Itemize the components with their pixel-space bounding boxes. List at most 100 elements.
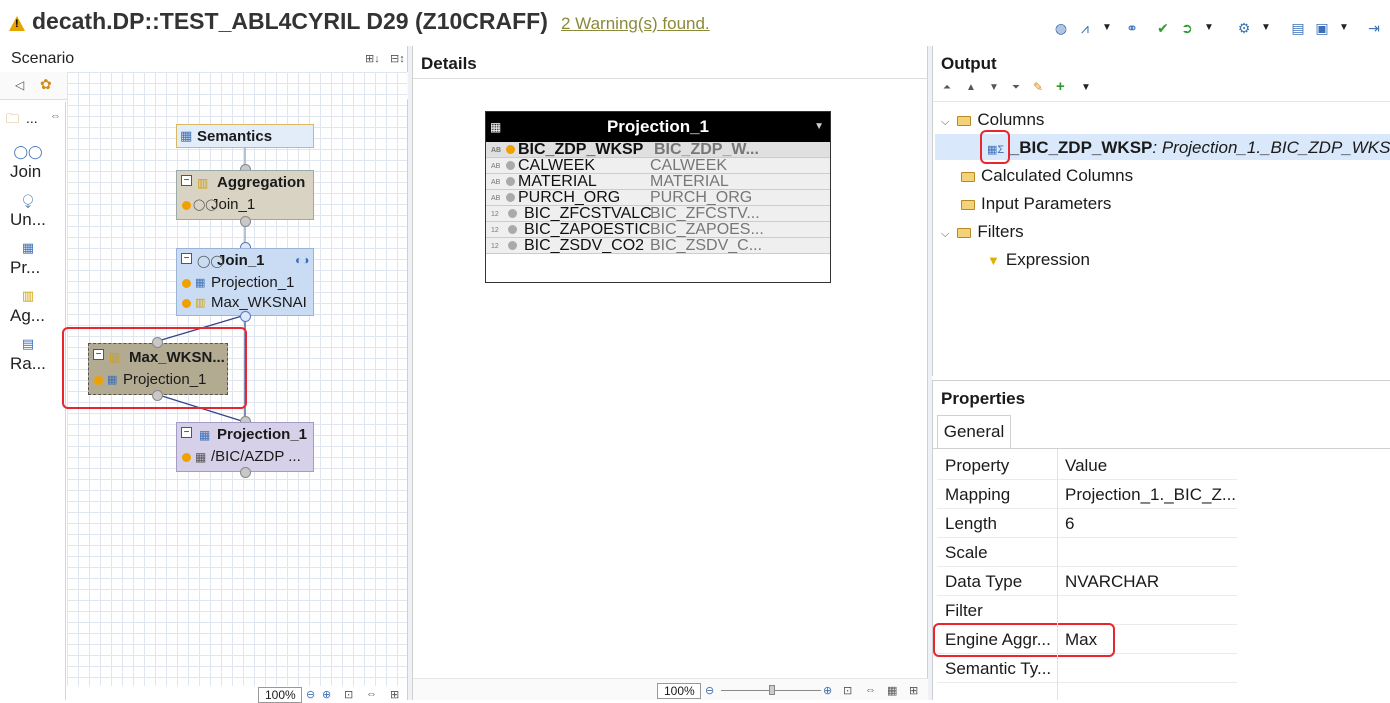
title-bar: decath.DP::TEST_ABL4CYRIL D29 (Z10CRAFF)… [0,0,1390,46]
layout-icon[interactable]: ▣ [1314,20,1330,36]
chevron-down-icon[interactable]: ▼ [1258,20,1274,36]
edit-icon[interactable]: ✎ [1033,80,1043,94]
projection-icon: ▦ [490,120,502,134]
node-input: ▦ /BIC/AZDP ... [177,447,313,467]
fit-width-icon[interactable]: ⇔ [366,688,377,700]
tree-input-parameters[interactable]: Input Parameters [961,194,1111,214]
collapse-icon[interactable]: − [181,253,192,264]
document-icon[interactable]: ▤ [1290,20,1306,36]
collapse-icon[interactable]: − [181,175,192,186]
highlight-box [980,130,1010,164]
property-row[interactable]: Scale [937,538,1237,567]
move-down-icon[interactable]: ▼ [989,82,999,93]
properties-title: Properties [941,389,1026,408]
table-row[interactable]: 12 BIC_ZSDV_CO2 BIC_ZSDV_C... [486,238,830,254]
grid-icon[interactable]: ▦ [887,684,897,697]
table-row[interactable]: AB PURCH_ORG PURCH_ORG [486,190,830,206]
node-input: ◯◯ Join_1 [177,195,313,215]
zoom-out-icon[interactable]: ⊖ [306,688,315,701]
output-title: Output [941,54,997,73]
chevron-down-icon[interactable]: ⌵ [941,116,949,128]
chevron-down-icon[interactable]: ▼ [1081,82,1091,93]
binoculars-icon[interactable]: ⚭ [1124,20,1140,36]
chevron-down-icon[interactable]: ▼ [1201,20,1217,36]
projection-icon: ▦ [199,428,211,442]
aggregation-icon: ▥ [195,297,206,309]
property-row[interactable]: Mapping Projection_1._BIC_Z... [937,480,1237,509]
tree-calculated-columns[interactable]: Calculated Columns [961,166,1133,186]
chevron-down-icon[interactable]: ▼ [814,112,824,142]
output-panel: Output ⏶ ▲ ▼ ⏷ ✎ + ▼ ⌵ Columns ▦Σ _BIC_ZD… [932,46,1390,376]
join-icon: ◯◯ [197,254,224,268]
warning-icon [9,16,25,31]
zoom-slider-thumb[interactable] [769,685,775,695]
table-row[interactable]: 12 BIC_ZFCSTVALC BIC_ZFCSTV... [486,206,830,222]
tree-column-item[interactable]: ▦Σ _BIC_ZDP_WKSP: Projection_1._BIC_ZDP_… [987,138,1390,158]
folder-icon [961,171,975,182]
table-icon: ▦ [195,450,207,464]
chart-icon[interactable]: ⩘ [1077,20,1093,36]
chevron-down-icon[interactable]: ▼ [1099,20,1115,36]
scenario-panel: Scenario ⊞↓ ⊟↕ ◁ ✿ 🗀 ... ⇔ ◯◯ Join ⧬ Un.… [0,46,408,703]
node-join[interactable]: − ◯◯ ◐◑ Join_1 ▦ Projection_1 ▥ Max_WKSN… [176,248,314,316]
join-type-icon: ◐◑ [295,253,310,267]
export-icon[interactable]: ⇥ [1366,20,1382,36]
activate-icon[interactable]: ➲ [1179,20,1195,36]
layout-icon[interactable]: ⊞ [909,684,918,697]
property-header: Property Value [937,451,1237,480]
property-row[interactable]: Data Type NVARCHAR [937,567,1237,596]
page-title: decath.DP::TEST_ABL4CYRIL D29 (Z10CRAFF) [32,8,548,34]
aggregation-icon: ▥ [197,176,209,190]
fit-width-icon[interactable]: ⇔ [865,684,876,696]
add-icon[interactable]: + [1056,78,1065,95]
tree-filters[interactable]: ⌵ Filters [941,222,1024,242]
move-top-icon[interactable]: ⏶ [943,82,951,93]
semantics-icon: ▦ [180,128,193,143]
properties-panel: Properties General Property Value Mappin… [932,380,1390,700]
join-icon: ◯◯ [193,199,218,211]
globe-icon[interactable]: ◍ [1053,20,1069,36]
folder-icon [957,115,972,126]
node-projection[interactable]: − ▦ Projection_1 ▦ /BIC/AZDP ... [176,422,314,472]
tree-columns[interactable]: ⌵ Columns [941,110,1044,130]
fit-icon[interactable]: ⊡ [843,684,852,697]
port[interactable] [240,311,251,322]
property-row[interactable]: Filter [937,596,1237,625]
layout-icon[interactable]: ⊞ [390,688,399,701]
table-row[interactable]: AB BIC_ZDP_WKSP BIC_ZDP_W... [486,142,830,158]
chevron-down-icon[interactable]: ⌵ [941,228,949,240]
move-bottom-icon[interactable]: ⏷ [1012,82,1020,93]
port[interactable] [240,216,251,227]
node-input: ▥ Max_WKSNAI [177,293,313,313]
table-row[interactable]: AB MATERIAL MATERIAL [486,174,830,190]
details-title: Details [421,54,477,73]
node-aggregation[interactable]: − ▥ Aggregation ◯◯ Join_1 [176,170,314,220]
table-row[interactable]: 12 BIC_ZAPOESTIC BIC_ZAPOES... [486,222,830,238]
collapse-icon[interactable]: − [181,427,192,438]
data-preview-icon[interactable]: ⚙ [1236,20,1252,36]
node-semantics[interactable]: ▦ Semantics [176,124,314,148]
zoom-in-icon[interactable]: ⊕ [322,688,331,701]
details-panel: Details ▦ Projection_1 ▼ AB BIC_ZDP_WKSP… [412,46,929,700]
property-row[interactable]: Semantic Ty... [937,654,1237,683]
details-zoom-bar: 100% ⊖ ⊕ ⊡ ⇔ ▦ ⊞ [413,678,929,700]
chevron-down-icon[interactable]: ▼ [1336,20,1352,36]
port[interactable] [240,467,251,478]
projection-header: ▦ Projection_1 ▼ [486,112,830,142]
zoom-input[interactable]: 100% [657,683,701,699]
fit-icon[interactable]: ⊡ [344,688,353,701]
move-up-icon[interactable]: ▲ [966,82,976,93]
zoom-out-icon[interactable]: ⊖ [705,684,714,697]
table-row[interactable]: AB CALWEEK CALWEEK [486,158,830,174]
output-toolbar: ⏶ ▲ ▼ ⏷ ✎ + ▼ [933,78,1390,102]
validate-icon[interactable]: ✔ [1155,20,1171,36]
warnings-link[interactable]: 2 Warning(s) found. [561,14,710,34]
zoom-in-icon[interactable]: ⊕ [823,684,832,697]
property-row[interactable]: Length 6 [937,509,1237,538]
folder-icon [961,199,975,210]
zoom-input[interactable]: 100% [258,687,302,703]
tab-general[interactable]: General [937,415,1011,449]
tree-expression[interactable]: ▼ Expression [987,250,1090,270]
projection-table[interactable]: ▦ Projection_1 ▼ AB BIC_ZDP_WKSP BIC_ZDP… [485,111,831,283]
highlight-box [62,327,247,409]
